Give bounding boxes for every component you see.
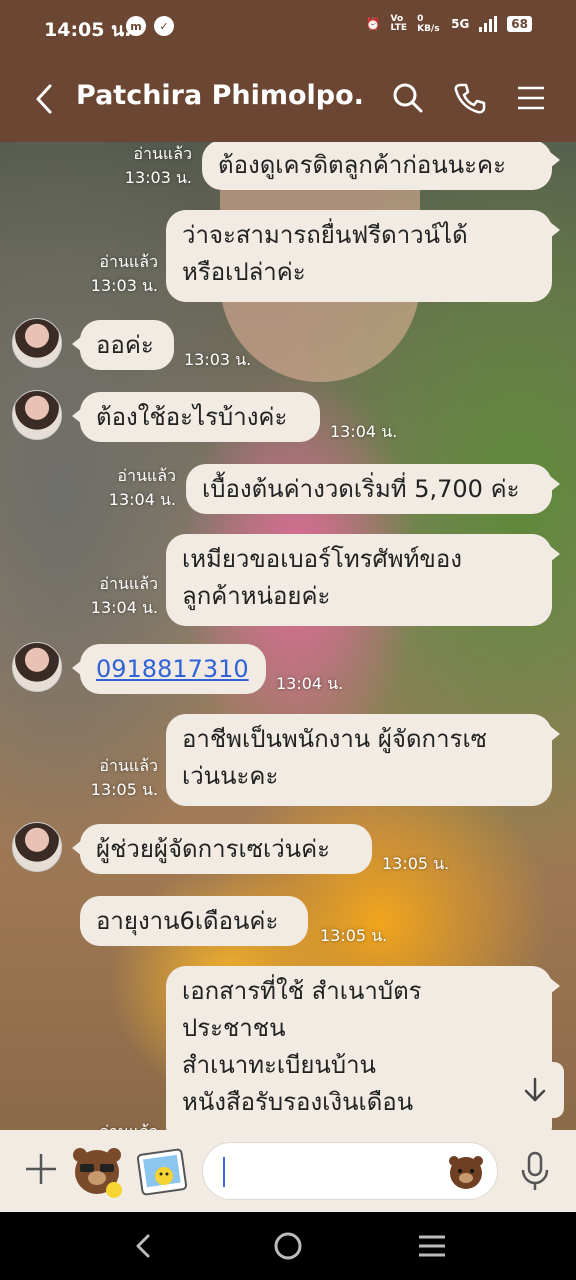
message-bubble[interactable]: อาชีพเป็นพนักงาน ผู้จัดการเซ เว่นนะคะ bbox=[166, 714, 560, 806]
text-cursor bbox=[223, 1157, 225, 1187]
check-icon: ✓ bbox=[154, 16, 174, 36]
system-nav-bar bbox=[0, 1212, 576, 1280]
status-time: 14:05 น. bbox=[44, 19, 132, 41]
volte-icon: Vo LTE bbox=[390, 14, 408, 33]
message-meta: อ่านแล้ว 13:03 น. bbox=[124, 144, 192, 187]
phone-number-link[interactable]: 0918817310 bbox=[72, 644, 266, 694]
photo-sticker-icon[interactable] bbox=[136, 1146, 188, 1198]
message-meta: อ่านแล้ว 13:05 น. bbox=[90, 756, 158, 799]
status-bar: 14:05 น. m ✓ ⏰ Vo LTE 0 KB/s 5G 68 bbox=[0, 0, 576, 56]
data-speed: 0 KB/s bbox=[417, 14, 440, 34]
message-bubble[interactable]: ออค่ะ bbox=[72, 320, 174, 370]
emoji-icon[interactable] bbox=[447, 1153, 485, 1191]
battery-icon: 68 bbox=[507, 16, 532, 32]
message-time: 13:04 น. bbox=[276, 674, 344, 693]
message-meta: อ่านแล้ว 13:03 น. bbox=[90, 252, 158, 295]
plus-icon[interactable] bbox=[24, 1152, 58, 1186]
signal-icon bbox=[479, 16, 498, 32]
brown-bear-sticker-icon[interactable] bbox=[68, 1142, 126, 1200]
arrow-down-icon bbox=[524, 1077, 546, 1102]
message-time: 13:05 น. bbox=[382, 854, 450, 873]
message-bubble[interactable]: เบื้องต้นค่างวดเริ่มที่ 5,700 ค่ะ bbox=[186, 464, 560, 514]
message-input-bar bbox=[0, 1130, 576, 1212]
contact-avatar[interactable] bbox=[12, 642, 62, 692]
message-time: 13:03 น. bbox=[184, 350, 252, 369]
nav-home-icon[interactable] bbox=[272, 1230, 304, 1262]
contact-name[interactable]: Patchira Phimolpo... bbox=[76, 80, 366, 111]
messenger-icon: m bbox=[126, 16, 146, 36]
menu-icon[interactable] bbox=[514, 80, 550, 116]
scroll-to-bottom-button[interactable] bbox=[506, 1062, 564, 1118]
contact-avatar[interactable] bbox=[12, 318, 62, 368]
back-arrow-icon[interactable] bbox=[30, 80, 60, 118]
message-bubble[interactable]: เหมียวขอเบอร์โทรศัพท์ของ ลูกค้าหน่อยค่ะ bbox=[166, 534, 560, 626]
nav-back-icon[interactable] bbox=[128, 1230, 160, 1262]
chat-header: Patchira Phimolpo... bbox=[0, 56, 576, 142]
alarm-icon: ⏰ bbox=[365, 17, 381, 31]
microphone-icon[interactable] bbox=[518, 1150, 552, 1192]
message-bubble[interactable]: ว่าจะสามารถยื่นฟรีดาวน์ได้ หรือเปล่าค่ะ bbox=[166, 210, 560, 302]
message-bubble[interactable]: อายุงาน6เดือนค่ะ bbox=[80, 896, 308, 946]
message-bubble[interactable]: เอกสารที่ใช้ สำเนาบัตร ประชาชน สำเนาทะเบ… bbox=[166, 966, 560, 1130]
message-bubble[interactable]: ต้องใช้อะไรบ้างค่ะ bbox=[72, 392, 320, 442]
contact-avatar[interactable] bbox=[12, 390, 62, 440]
search-icon[interactable] bbox=[390, 80, 426, 116]
chat-area[interactable]: อ่านแล้ว 13:03 น. ต้องดูเครดิตลูกค้าก่อนน… bbox=[0, 142, 576, 1130]
message-input[interactable] bbox=[202, 1142, 498, 1200]
nav-recents-icon[interactable] bbox=[416, 1230, 448, 1262]
message-time: 13:05 น. bbox=[320, 926, 388, 945]
message-meta: อ่านแล้ว 13:04 น. bbox=[90, 574, 158, 617]
phone-icon[interactable] bbox=[452, 80, 488, 116]
network-type: 5G bbox=[451, 17, 470, 31]
message-meta: อ่านแล้ว 13:04 น. bbox=[108, 466, 176, 509]
message-bubble[interactable]: ผู้ช่วยผู้จัดการเซเว่นค่ะ bbox=[72, 824, 372, 874]
message-bubble[interactable]: ต้องดูเครดิตลูกค้าก่อนนะคะ bbox=[202, 142, 560, 190]
contact-avatar[interactable] bbox=[12, 822, 62, 872]
message-meta: อ่านแล้ว bbox=[76, 1120, 158, 1130]
message-time: 13:04 น. bbox=[330, 422, 398, 441]
